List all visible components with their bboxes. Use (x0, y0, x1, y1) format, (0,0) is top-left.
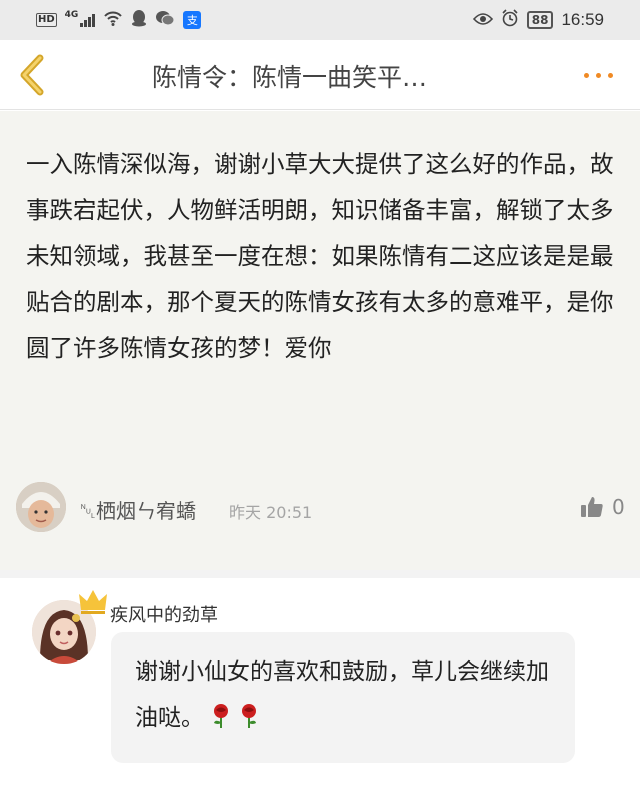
status-time: 16:59 (561, 10, 604, 29)
hd-icon: HD (36, 12, 57, 27)
comment-timestamp: 昨天 20:51 (229, 503, 313, 522)
commenter-name[interactable]: ␀栖烟ㄣ宥蟜 (80, 495, 196, 524)
reply-text: 谢谢小仙女的喜欢和鼓励，草儿会继续加油哒。 (135, 659, 549, 731)
comment-text: 一入陈情深似海，谢谢小草大大提供了这么好的作品，故事跌宕起伏，人物鲜活明朗，知识… (26, 150, 614, 362)
avatar[interactable] (16, 482, 66, 532)
alarm-icon (501, 9, 519, 31)
rose-icon (242, 704, 256, 728)
chevron-left-icon (20, 54, 44, 96)
qq-icon (131, 9, 147, 30)
like-button[interactable]: 0 (580, 495, 625, 519)
eye-icon (472, 11, 493, 30)
alipay-icon: 支 (183, 10, 202, 29)
comment-card: 一入陈情深似海，谢谢小草大大提供了这么好的作品，故事跌宕起伏，人物鲜活明朗，知识… (0, 111, 640, 570)
reply-author-name[interactable]: 疾风中的劲草 (110, 601, 218, 627)
reply-text-block: 谢谢小仙女的喜欢和鼓励，草儿会继续加油哒。 (135, 649, 551, 741)
more-options-button[interactable] (584, 66, 624, 84)
status-left-icons: HD 4G 支 (36, 9, 202, 30)
wechat-icon (155, 10, 175, 29)
back-button[interactable] (12, 52, 56, 98)
wifi-icon (103, 10, 123, 29)
like-count: 0 (612, 495, 625, 519)
nav-bar: 陈情令：陈情一曲笑平… (0, 40, 640, 110)
signal-icon (80, 13, 96, 27)
page-title: 陈情令：陈情一曲笑平… (152, 63, 428, 92)
battery-icon: 88 (526, 11, 554, 29)
more-dots-icon (584, 72, 589, 78)
reply-bubble: 谢谢小仙女的喜欢和鼓励，草儿会继续加油哒。 (111, 632, 575, 763)
crown-icon (79, 590, 107, 614)
status-right-icons: 88 16:59 (472, 9, 604, 31)
status-bar: HD 4G 支 88 16:59 (0, 0, 640, 40)
network-type-label: 4G (64, 9, 79, 20)
divider (0, 570, 640, 578)
thumbs-up-icon (581, 497, 603, 517)
rose-icon (214, 704, 228, 728)
